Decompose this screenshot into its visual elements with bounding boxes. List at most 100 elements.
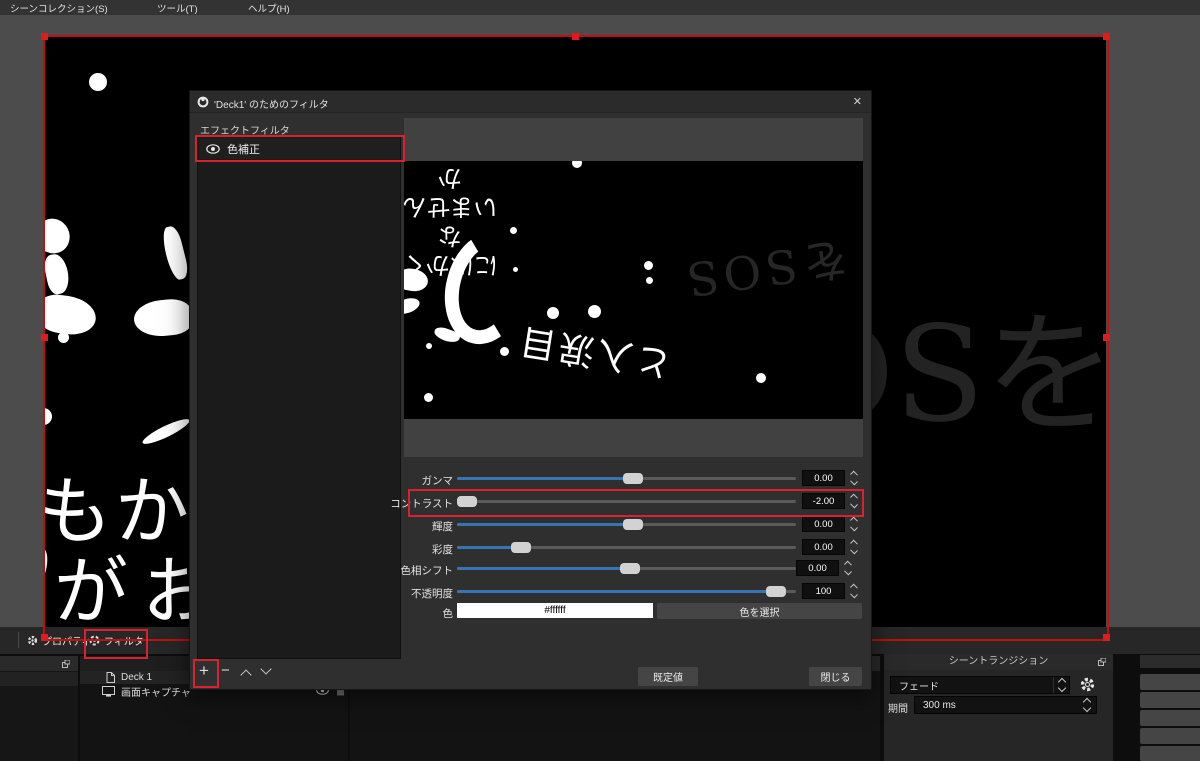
obs-window: シーンコレクション(S) ツール(T) ヘルプ(H) もかも がお OSを プロ… (0, 0, 1200, 761)
duration-field[interactable]: 300 ms (914, 696, 1097, 714)
transitions-title: シーントランジション (948, 656, 1049, 667)
select-spinner[interactable] (1053, 677, 1069, 693)
slider-handle[interactable] (622, 473, 643, 484)
slider-handle[interactable] (766, 586, 787, 597)
selection-handle-bl[interactable] (41, 634, 48, 641)
controls-button-3[interactable] (1140, 710, 1200, 726)
filter-list[interactable]: 色補正 (197, 136, 401, 659)
brightness-spinner[interactable] (848, 516, 860, 532)
scene-row[interactable] (0, 672, 78, 686)
contrast-value[interactable]: -2.00 (802, 493, 845, 509)
scenes-dock-header[interactable] (0, 656, 78, 671)
dialog-close-button[interactable]: 閉じる (809, 667, 862, 686)
popout-icon[interactable] (1098, 658, 1106, 666)
color-row: 色 #ffffff 色を選択 (190, 603, 873, 620)
brightness-value[interactable]: 0.00 (802, 516, 845, 532)
saturation-value[interactable]: 0.00 (802, 539, 845, 555)
controls-button-1[interactable] (1140, 674, 1200, 690)
filter-item-label: 色補正 (227, 143, 260, 156)
opacity-spinner[interactable] (848, 583, 860, 599)
monitor-icon (102, 685, 115, 697)
properties-button[interactable]: プロパティ (27, 630, 91, 650)
color-select-button[interactable]: 色を選択 (657, 603, 862, 619)
preview-text-bottom: と入涙目 (514, 319, 675, 384)
menu-bar: シーンコレクション(S) ツール(T) ヘルプ(H) (0, 0, 1200, 15)
opacity-slider[interactable] (457, 586, 796, 597)
transitions-dock-header[interactable]: シーントランジション (884, 654, 1113, 670)
scenes-list[interactable] (0, 671, 78, 761)
menu-help[interactable]: ヘルプ(H) (248, 1, 290, 15)
move-filter-down-button[interactable] (260, 663, 272, 675)
saturation-spinner[interactable] (848, 539, 860, 555)
color-label: 色 (442, 608, 454, 620)
filter-preview: にほかくな いませんか をSOS と入涙目 (404, 118, 863, 457)
add-filter-button[interactable]: + (199, 661, 209, 681)
hueshift-slider[interactable] (457, 563, 796, 574)
slider-label-hueshift: 色相シフト (400, 565, 454, 577)
hueshift-spinner[interactable] (842, 560, 854, 576)
slider-label-opacity: 不透明度 (411, 588, 453, 600)
popout-icon[interactable] (62, 660, 70, 668)
transition-gear-icon[interactable] (1080, 677, 1095, 692)
contrast-slider[interactable] (457, 496, 796, 507)
controls-dock-header[interactable] (1140, 655, 1200, 668)
filter-preview-video: にほかくな いませんか をSOS と入涙目 (404, 161, 863, 419)
slider-row-brightness: 輝度 0.00 (190, 516, 873, 533)
gamma-spinner[interactable] (848, 470, 860, 486)
gear-icon (27, 635, 38, 646)
remove-filter-button[interactable]: − (221, 662, 230, 679)
transition-selected-value: フェード (899, 681, 939, 693)
move-filter-up-button[interactable] (240, 669, 252, 681)
slider-handle[interactable] (619, 563, 640, 574)
selection-handle-br[interactable] (1103, 634, 1110, 641)
controls-button-4[interactable] (1140, 728, 1200, 744)
transitions-dock: シーントランジション フェード 期間 300 ms (884, 654, 1113, 761)
mixer-dock-header (872, 656, 880, 671)
gamma-value[interactable]: 0.00 (802, 470, 845, 486)
filter-item-color-correction[interactable]: 色補正 (199, 138, 400, 159)
slider-handle[interactable] (511, 542, 532, 553)
selection-handle-mr[interactable] (1103, 334, 1110, 341)
selection-handle-tl[interactable] (41, 33, 48, 40)
duration-value: 300 ms (923, 699, 956, 711)
defaults-button[interactable]: 既定値 (638, 667, 698, 686)
slider-label-brightness: 輝度 (432, 521, 453, 533)
toolbar-divider (18, 632, 19, 648)
saturation-slider[interactable] (457, 542, 796, 553)
menu-scene-collection[interactable]: シーンコレクション(S) (10, 1, 108, 15)
controls-button-2[interactable] (1140, 692, 1200, 708)
source-label: Deck 1 (121, 672, 153, 683)
dialog-titlebar[interactable]: 'Deck1' のためのフィルタ ✕ (190, 91, 871, 113)
slider-label-gamma: ガンマ (421, 475, 454, 487)
gamma-slider[interactable] (457, 473, 796, 484)
filters-label: フィルタ (104, 636, 144, 648)
hueshift-value[interactable]: 0.00 (796, 560, 839, 576)
brightness-slider[interactable] (457, 519, 796, 530)
close-icon[interactable]: ✕ (853, 95, 862, 108)
filter-icon (89, 635, 100, 646)
transition-select[interactable]: フェード (890, 676, 1070, 694)
slider-handle[interactable] (622, 519, 643, 530)
properties-label: プロパティ (42, 636, 92, 648)
color-hex-field[interactable]: #ffffff (457, 603, 653, 618)
menu-tools[interactable]: ツール(T) (157, 1, 198, 15)
slider-handle[interactable] (457, 496, 477, 507)
duration-spinner[interactable] (1080, 697, 1094, 713)
effects-filter-label: エフェクトフィルタ (200, 126, 290, 137)
controls-button-5[interactable] (1140, 746, 1200, 761)
selection-handle-ml[interactable] (41, 334, 48, 341)
selection-handle-tm[interactable] (572, 33, 579, 40)
dialog-title: 'Deck1' のためのフィルタ (214, 100, 329, 111)
slider-row-contrast: コントラスト -2.00 (190, 493, 873, 510)
source-label: 画面キャプチャ (121, 687, 191, 699)
slider-row-gamma: ガンマ 0.00 (190, 470, 873, 487)
slider-row-opacity: 不透明度 100 (190, 583, 873, 600)
slider-row-saturation: 彩度 0.00 (190, 539, 873, 556)
file-icon (106, 672, 115, 683)
eye-icon[interactable] (206, 143, 220, 154)
slider-label-contrast: コントラスト (390, 498, 453, 510)
contrast-spinner[interactable] (848, 493, 860, 509)
opacity-value[interactable]: 100 (802, 583, 845, 599)
selection-handle-tr[interactable] (1103, 33, 1110, 40)
filters-button[interactable]: フィルタ (89, 630, 144, 650)
